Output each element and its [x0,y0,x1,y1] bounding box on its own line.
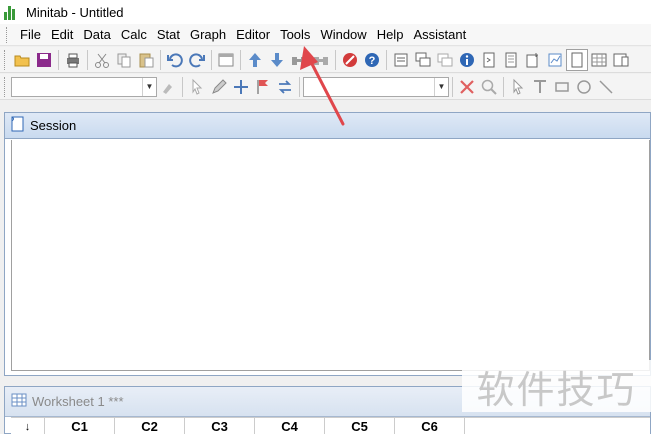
paste-icon[interactable] [135,49,157,71]
info-icon[interactable] [456,49,478,71]
new-project-icon[interactable] [522,49,544,71]
menu-edit[interactable]: Edit [46,25,78,45]
help-icon[interactable]: ? [361,49,383,71]
menu-assistant[interactable]: Assistant [408,25,471,45]
session-window: Session [4,112,651,376]
rectangle-tool-icon[interactable] [551,76,573,98]
ellipse-tool-icon[interactable] [573,76,595,98]
menu-tools[interactable]: Tools [275,25,315,45]
cut-icon[interactable] [91,49,113,71]
open-folder-icon[interactable] [11,49,33,71]
chevron-down-icon[interactable]: ▼ [142,77,156,96]
menu-file[interactable]: File [15,25,46,45]
flag-icon[interactable] [252,76,274,98]
watermark: 软件技巧 [462,360,651,412]
select-arrow-icon[interactable] [507,76,529,98]
minitab-app-icon [4,4,20,20]
zoom-icon[interactable] [478,76,500,98]
pencil-icon[interactable] [208,76,230,98]
menu-calc[interactable]: Calc [116,25,152,45]
column-header-c5[interactable]: C5 [325,418,395,434]
delete-icon[interactable] [456,76,478,98]
menu-bar: File Edit Data Calc Stat Graph Editor To… [0,24,651,46]
tile-icon[interactable] [434,49,456,71]
new-worksheet-icon[interactable] [390,49,412,71]
worksheet-grid-icon [11,393,27,410]
menu-grip [6,26,9,43]
arrow-down-icon[interactable] [266,49,288,71]
swap-icon[interactable] [274,76,296,98]
pointer-icon[interactable] [186,76,208,98]
line-tool-icon[interactable] [595,76,617,98]
column-header-c2[interactable]: C2 [115,418,185,434]
redo-icon[interactable] [186,49,208,71]
session-icon [11,116,25,135]
window-title: Minitab - Untitled [26,4,124,20]
session-header[interactable]: Session [5,113,650,139]
column-select[interactable]: ▼ [11,76,157,97]
menu-window[interactable]: Window [315,25,371,45]
column-header-c4[interactable]: C4 [255,418,325,434]
menu-data[interactable]: Data [78,25,115,45]
data-direction-arrow-icon[interactable]: ↓ [11,418,45,434]
table-icon[interactable] [588,49,610,71]
brush-icon[interactable] [157,76,179,98]
menu-help[interactable]: Help [372,25,409,45]
session-output-area[interactable] [11,140,650,371]
toolbar-grip [4,49,7,70]
menu-graph[interactable]: Graph [185,25,231,45]
text-tool-icon[interactable] [529,76,551,98]
cancel-icon[interactable] [339,49,361,71]
toolbar-grip-2 [4,76,7,97]
menu-stat[interactable]: Stat [152,25,185,45]
save-icon[interactable] [33,49,55,71]
standard-toolbar: ? [0,47,651,73]
page-icon[interactable] [566,48,588,71]
editor-toolbar: ▼ ▼ [0,74,651,100]
worksheet-title: Worksheet 1 *** [32,394,124,409]
graph-select[interactable]: ▼ [303,76,449,97]
undo-icon[interactable] [164,49,186,71]
column-header-c3[interactable]: C3 [185,418,255,434]
arrow-up-icon[interactable] [244,49,266,71]
svg-text:?: ? [369,55,376,67]
menu-editor[interactable]: Editor [231,25,275,45]
session-title: Session [30,118,77,133]
graph-window-icon[interactable] [610,49,632,71]
print-icon[interactable] [62,49,84,71]
find-icon[interactable] [288,49,310,71]
column-header-c1[interactable]: C1 [45,418,115,434]
column-header-row: ↓ C1 C2 C3 C4 C5 C6 [11,417,650,434]
copy-icon[interactable] [113,49,135,71]
column-header-c6[interactable]: C6 [395,418,465,434]
window-icon[interactable] [215,49,237,71]
cascade-icon[interactable] [412,49,434,71]
find-next-icon[interactable] [310,49,332,71]
document-icon[interactable] [478,49,500,71]
crosshair-icon[interactable] [230,76,252,98]
graph-edit-icon[interactable] [544,49,566,71]
notepad-icon[interactable] [500,49,522,71]
chevron-down-icon[interactable]: ▼ [434,77,448,96]
title-bar: Minitab - Untitled [0,0,651,24]
